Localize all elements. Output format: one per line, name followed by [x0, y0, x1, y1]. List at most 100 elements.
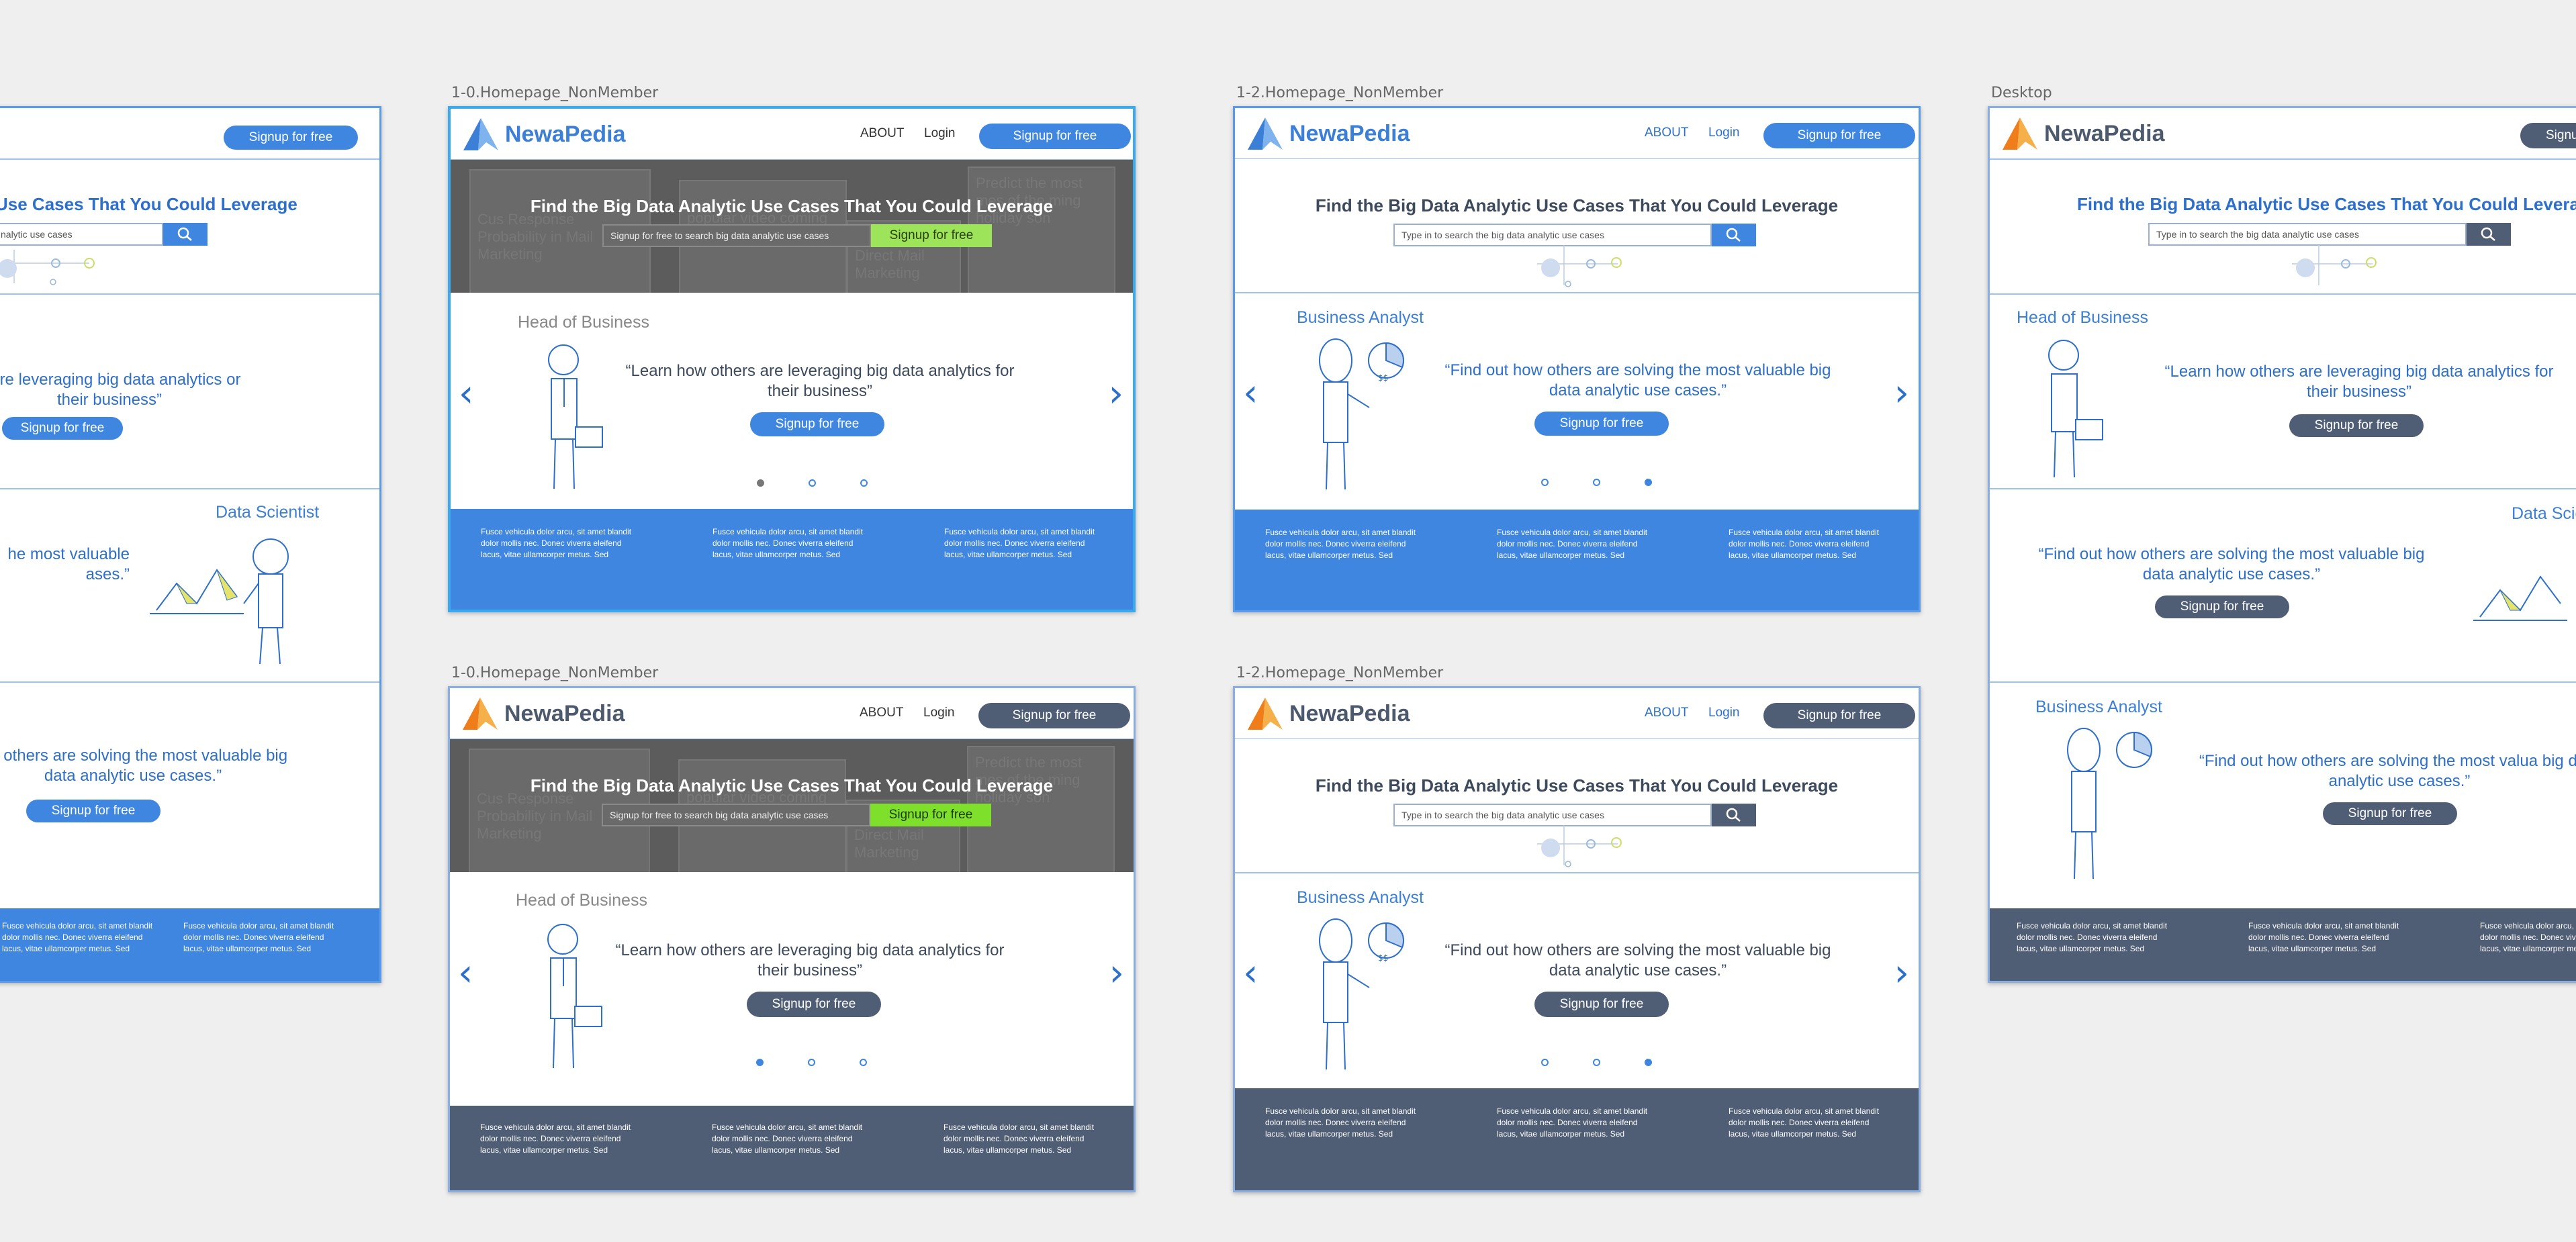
- header: NewaPedia Signup for free: [1990, 108, 2576, 160]
- business-analyst-illustration-icon: $$: [1319, 918, 1404, 1070]
- signup-button[interactable]: Signup for free: [978, 703, 1130, 728]
- nav-about[interactable]: ABOUT: [1645, 126, 1688, 140]
- frame-homepage-1-2-dark: NewaPedia ABOUT Login Signup for free Fi…: [1233, 686, 1921, 1192]
- signup-button[interactable]: Signup for free: [1763, 703, 1915, 728]
- frame-desktop: NewaPedia Signup for free Find the Big D…: [1988, 106, 2576, 983]
- nav-login[interactable]: Login: [1708, 706, 1740, 720]
- footer-column: Fusce vehicula dolor arcu, sit amet blan…: [2017, 921, 2168, 953]
- footer: Fusce vehicula dolor arcu, sit amet blan…: [1235, 1088, 1919, 1190]
- search-button[interactable]: [1712, 804, 1756, 826]
- carousel-dot[interactable]: [808, 1059, 815, 1066]
- hero-section: Cus Response Probability in Mail Marketi…: [450, 739, 1134, 872]
- search-input[interactable]: Signup for free to search big data analy…: [602, 224, 871, 247]
- slide-signup-button[interactable]: Signup for free: [747, 992, 881, 1017]
- carousel-dots: [1541, 479, 1652, 486]
- slide-quote: “Learn how others are leveraging big dat…: [615, 941, 1005, 980]
- carousel: Business Analyst $$ “Find out how others…: [1235, 873, 1919, 1088]
- slide-quote: he most valuable ases.”: [7, 545, 130, 583]
- slide-head-of-business: Head of Business “Learn how others are l…: [1990, 295, 2576, 489]
- search-button[interactable]: [2467, 223, 2511, 246]
- svg-text:$$: $$: [1378, 953, 1388, 963]
- slide-signup-button[interactable]: Signup for free: [1534, 992, 1669, 1017]
- search-input[interactable]: Type in to search the big data analytic …: [1393, 224, 1712, 246]
- slide-signup-button[interactable]: Signup for free: [2289, 414, 2424, 437]
- slide-quote: s are leveraging big data analytics or t…: [0, 371, 241, 409]
- footer: Fusce vehicula dolor arcu, sit amet blan…: [1235, 510, 1919, 610]
- slide-quote: ow others are solving the most valuable …: [0, 747, 288, 785]
- nav-login[interactable]: Login: [923, 706, 955, 720]
- signup-button[interactable]: Signup for free: [2, 417, 123, 440]
- carousel-next-arrow[interactable]: ›: [1109, 372, 1123, 416]
- carousel-dots: [756, 1059, 867, 1066]
- carousel-dot[interactable]: [1593, 1059, 1600, 1066]
- logo: NewaPedia: [2000, 113, 2165, 154]
- head-of-business-illustration-icon: [547, 924, 602, 1069]
- logo: NewaPedia: [1245, 694, 1410, 734]
- slide-role: Business Analyst: [2035, 698, 2162, 716]
- hero-search: Signup for free to search big data analy…: [602, 224, 992, 247]
- newapedia-logo-icon: [463, 698, 498, 730]
- carousel-dot[interactable]: [1645, 479, 1652, 486]
- nav-login[interactable]: Login: [924, 126, 956, 141]
- slide-signup-button[interactable]: Signup for free: [1534, 412, 1669, 436]
- hero-search: Type in to search the big data analytic …: [1393, 224, 1756, 246]
- carousel-dot[interactable]: [1541, 1059, 1549, 1066]
- search-icon: [1726, 808, 1741, 822]
- logo-text: NewaPedia: [504, 700, 625, 726]
- hero-search: Signup for free to search big data analy…: [602, 804, 991, 826]
- carousel-dot[interactable]: [756, 1059, 764, 1066]
- nav-login[interactable]: Login: [1708, 126, 1740, 140]
- newapedia-logo-icon: [2003, 117, 2037, 150]
- carousel-dot[interactable]: [1593, 479, 1600, 486]
- signup-button[interactable]: Signup for free: [2520, 123, 2576, 148]
- business-analyst-illustration-icon: $$: [1319, 338, 1404, 490]
- carousel-prev-arrow[interactable]: ‹: [458, 951, 473, 995]
- carousel-prev-arrow[interactable]: ‹: [1243, 951, 1258, 995]
- footer-column: Fusce vehicula dolor arcu, sit amet blan…: [1265, 528, 1416, 560]
- signup-button[interactable]: Signup for free: [979, 124, 1131, 149]
- slide-signup-button[interactable]: Signup for free: [2155, 595, 2289, 618]
- search-button[interactable]: [163, 223, 208, 246]
- header: NewaPedia ABOUT Login Signup for free: [1235, 688, 1919, 740]
- slide-signup-button[interactable]: Signup for free: [750, 412, 884, 436]
- footer-column: Fusce vehicula dolor arcu, sit amet blan…: [2, 921, 153, 953]
- carousel-dots: [757, 479, 868, 487]
- logo: NewaPedia: [461, 114, 626, 154]
- signup-button[interactable]: Signup for free: [224, 126, 358, 150]
- footer: Fusce vehicula dolor arcu, sit amet blan…: [450, 1106, 1134, 1190]
- carousel-prev-arrow[interactable]: ‹: [459, 372, 473, 416]
- hero-signup-button[interactable]: Signup for free: [871, 224, 992, 247]
- carousel-dot[interactable]: [1541, 479, 1549, 486]
- search-input[interactable]: nalytic use cases: [0, 223, 163, 246]
- header: NewaPedia ABOUT Login Signup for free: [451, 109, 1133, 160]
- carousel-dot[interactable]: [860, 1059, 867, 1066]
- footer-column: Fusce vehicula dolor arcu, sit amet blan…: [1497, 528, 1648, 560]
- nav-about[interactable]: ABOUT: [860, 126, 904, 141]
- carousel-next-arrow[interactable]: ›: [1109, 951, 1124, 995]
- carousel-dot[interactable]: [1645, 1059, 1652, 1066]
- carousel-dot[interactable]: [809, 479, 816, 487]
- carousel-next-arrow[interactable]: ›: [1894, 371, 1909, 415]
- carousel-prev-arrow[interactable]: ‹: [1243, 371, 1258, 415]
- footer-column: Fusce vehicula dolor arcu, sit amet blan…: [1729, 1106, 1880, 1139]
- search-button[interactable]: [1712, 224, 1756, 246]
- search-input[interactable]: Type in to search the big data analytic …: [2148, 223, 2467, 246]
- footer: Fusce vehicula dolor arcu, sit amet blan…: [0, 908, 379, 981]
- slide-signup-button[interactable]: Signup for free: [2323, 802, 2457, 825]
- carousel-dot[interactable]: [860, 479, 868, 487]
- footer-column: Fusce vehicula dolor arcu, sit amet blan…: [944, 1122, 1095, 1155]
- carousel: Head of Business “Learn how others are l…: [450, 873, 1134, 1088]
- nav-about[interactable]: ABOUT: [1645, 706, 1688, 720]
- hero-signup-button[interactable]: Signup for free: [870, 804, 991, 826]
- nav-about[interactable]: ABOUT: [860, 706, 903, 720]
- logo-text: NewaPedia: [2044, 120, 2165, 146]
- search-input[interactable]: Signup for free to search big data analy…: [602, 804, 870, 826]
- carousel-next-arrow[interactable]: ›: [1894, 951, 1909, 995]
- hero-section: Find the Big Data Analytic Use Cases Tha…: [1990, 159, 2576, 295]
- search-input[interactable]: Type in to search the big data analytic …: [1393, 804, 1712, 826]
- logo: NewaPedia: [460, 694, 625, 734]
- frame-label: 1-0.Homepage_NonMember: [451, 665, 659, 681]
- signup-button[interactable]: Signup for free: [26, 800, 160, 822]
- signup-button[interactable]: Signup for free: [1763, 123, 1915, 148]
- carousel-dot[interactable]: [757, 479, 764, 487]
